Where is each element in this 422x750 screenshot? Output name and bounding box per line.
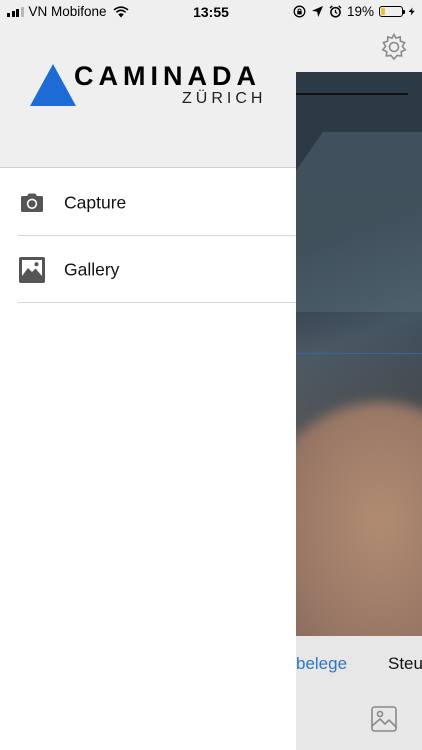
status-bar: VN Mobifone 13:55 19% (0, 0, 422, 24)
menu-label-capture: Capture (64, 192, 127, 212)
menu-item-capture[interactable]: Capture (0, 169, 296, 236)
location-icon (311, 6, 323, 17)
tab-steu[interactable]: Steu (388, 654, 422, 674)
battery-percent: 19% (346, 4, 374, 19)
battery-icon (379, 6, 405, 17)
alarm-icon (329, 5, 342, 18)
camera-icon (21, 193, 43, 212)
tab-belege[interactable]: belege (296, 654, 347, 674)
gear-icon[interactable] (379, 32, 409, 62)
drawer-menu: Capture Gallery (0, 169, 296, 303)
drawer-header: CAMINADA ZÜRICH (0, 0, 296, 168)
preview-guide-line (296, 353, 422, 354)
crop-line (296, 93, 408, 95)
charging-icon (408, 7, 415, 16)
navigation-drawer: CAMINADA ZÜRICH Capture Gallery (0, 0, 296, 750)
gallery-icon[interactable] (369, 704, 399, 734)
menu-divider (18, 302, 296, 303)
battery-fill (381, 8, 385, 15)
menu-item-gallery[interactable]: Gallery (0, 236, 296, 303)
logo-wordmark: CAMINADA (74, 61, 261, 91)
image-icon (19, 256, 45, 283)
lock-rotation-icon (293, 5, 306, 18)
logo-triangle-icon (30, 64, 76, 106)
caminada-logo: CAMINADA ZÜRICH (30, 60, 270, 110)
logo-subtitle: ZÜRICH (182, 90, 267, 107)
menu-label-gallery: Gallery (64, 259, 120, 279)
